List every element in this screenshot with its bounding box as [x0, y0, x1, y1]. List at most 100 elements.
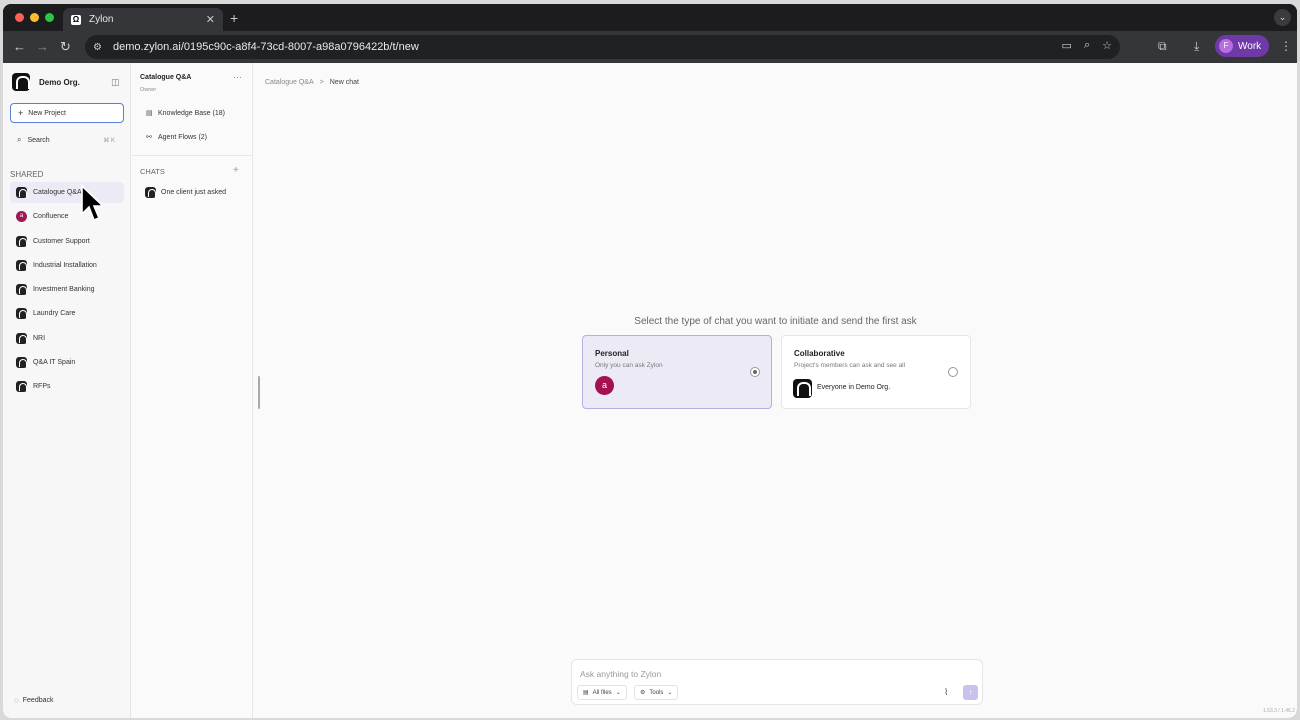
personal-radio[interactable] — [750, 367, 760, 377]
tab-close-icon[interactable]: ✕ — [206, 13, 215, 26]
download-icon[interactable]: ⤓ — [1194, 39, 1199, 54]
sidebar-item-laundry-care[interactable]: Laundry Care — [10, 303, 124, 324]
tools-icon: ⚙ — [640, 690, 646, 696]
chevron-down-icon: ⌄ — [615, 690, 621, 696]
sidebar-toggle-icon[interactable]: ◫ — [111, 77, 120, 88]
collab-card-title: Collaborative — [794, 349, 845, 358]
sidebar-item-label: Investment Banking — [33, 286, 95, 294]
more-options-icon[interactable]: ··· — [233, 72, 242, 82]
sidebar-item-confluence[interactable]: a Confluence — [10, 206, 124, 227]
knowledge-base-label: Knowledge Base (18) — [158, 109, 225, 117]
chat-type-prompt: Select the type of chat you want to init… — [634, 316, 917, 327]
database-icon: ▤ — [146, 110, 153, 117]
project-logo-icon — [16, 332, 27, 344]
org-logo-icon — [793, 379, 812, 398]
project-logo-icon — [16, 357, 27, 369]
sidebar-item-investment-banking[interactable]: Investment Banking — [10, 279, 124, 300]
new-project-button[interactable]: + New Project — [10, 103, 124, 123]
sidebar-item-label: Confluence — [33, 213, 69, 221]
close-window-button[interactable] — [15, 13, 24, 22]
site-settings-icon[interactable]: ⚙ — [93, 42, 107, 53]
team-label: Everyone in Demo Org. — [817, 384, 891, 391]
chat-composer: ▤ All files ⌄ ⚙ Tools ⌄ ⌇ ↑ — [571, 659, 983, 705]
sidebar-item-rfps[interactable]: RFPs — [10, 376, 124, 397]
breadcrumb: Catalogue Q&A > New chat — [265, 79, 359, 86]
tools-label: Tools — [649, 689, 664, 696]
personal-card-title: Personal — [595, 349, 629, 358]
project-logo-icon — [16, 259, 27, 271]
forward-arrow-icon[interactable]: → — [36, 39, 49, 55]
sidebar-item-customer-support[interactable]: Customer Support — [10, 231, 124, 252]
agent-flows-link[interactable]: ⚯ Agent Flows (2) — [146, 133, 207, 142]
browser-tab[interactable]: Ω Zylon ✕ — [63, 8, 223, 31]
maximize-window-button[interactable] — [45, 13, 54, 22]
chat-item-label: One client just asked — [161, 189, 226, 196]
app-viewport: Demo Org. ◫ + New Project ⌕ Search ⌘ K S… — [3, 63, 1297, 718]
attach-paperclip-icon[interactable]: ⌇ — [944, 687, 948, 698]
zylon-favicon-icon: Ω — [71, 14, 81, 25]
personal-chat-card[interactable]: Personal Only you can ask Zylon a — [582, 335, 772, 409]
browser-menu-icon[interactable]: ⋮ — [1280, 39, 1292, 53]
tab-title: Zylon — [89, 14, 114, 25]
project-logo-icon — [16, 235, 27, 247]
search-button[interactable]: ⌕ Search ⌘ K — [10, 130, 124, 150]
feedback-icon: ◌ — [14, 696, 19, 705]
address-bar[interactable]: ⚙ demo.zylon.ai/0195c90c-a8f4-73cd-8007-… — [85, 35, 1120, 59]
chats-section-label: CHATS — [140, 167, 165, 176]
browser-window: Ω Zylon ✕ + ⌄ ← → ↻ ⚙ demo.zylon.ai/0195… — [3, 4, 1297, 718]
breadcrumb-current: New chat — [329, 79, 359, 86]
chat-input[interactable] — [580, 667, 975, 681]
bookmark-star-icon[interactable]: ☆ — [1102, 39, 1112, 52]
tab-search-chevron-icon[interactable]: ⌄ — [1274, 9, 1291, 26]
feedback-label: Feedback — [22, 697, 54, 704]
new-chat-plus-icon[interactable]: + — [233, 165, 239, 176]
new-project-label: New Project — [28, 109, 66, 117]
divider — [132, 155, 253, 156]
back-arrow-icon[interactable]: ← — [13, 39, 26, 55]
chat-logo-icon — [145, 187, 156, 198]
collaborative-chat-card[interactable]: Collaborative Project's members can ask … — [781, 335, 971, 409]
tab-strip: Ω Zylon ✕ + ⌄ — [3, 4, 1297, 31]
project-panel: Catalogue Q&A Owner ··· ▤ Knowledge Base… — [132, 63, 253, 718]
sidebar-item-industrial-installation[interactable]: Industrial Installation — [10, 255, 124, 276]
breadcrumb-parent[interactable]: Catalogue Q&A — [265, 79, 314, 86]
knowledge-base-link[interactable]: ▤ Knowledge Base (18) — [146, 109, 225, 118]
minimize-window-button[interactable] — [30, 13, 39, 22]
profile-button[interactable]: F Work — [1215, 35, 1270, 57]
sidebar-item-label: Catalogue Q&A — [33, 189, 82, 196]
url-text[interactable]: demo.zylon.ai/0195c90c-a8f4-73cd-8007-a9… — [113, 41, 419, 53]
reload-icon[interactable]: ↻ — [60, 39, 71, 55]
breadcrumb-separator: > — [319, 79, 324, 86]
project-title: Catalogue Q&A — [140, 74, 192, 81]
sidebar-item-nri[interactable]: NRI — [10, 328, 124, 349]
zoom-icon[interactable]: ⌕ — [1084, 39, 1090, 52]
sidebar-item-label: NRI — [33, 334, 46, 342]
all-files-label: All files — [592, 689, 612, 696]
user-avatar: a — [595, 376, 614, 395]
version-label: 1.63.3 / 1.46.2 — [1263, 708, 1295, 714]
org-switcher[interactable]: Demo Org. — [12, 73, 80, 91]
collaborative-radio[interactable] — [948, 367, 958, 377]
mouse-pointer-icon — [81, 184, 104, 222]
cast-icon[interactable]: ▭ — [1062, 39, 1072, 52]
search-icon: ⌕ — [17, 135, 22, 144]
sidebar-item-label: Industrial Installation — [33, 261, 97, 269]
sidebar-item-label: Q&A IT Spain — [33, 359, 76, 367]
project-logo-icon — [16, 381, 27, 393]
profile-avatar: F — [1219, 39, 1233, 53]
chat-list-item[interactable]: One client just asked — [145, 187, 226, 198]
feedback-button[interactable]: ◌ Feedback — [14, 696, 54, 705]
all-files-dropdown[interactable]: ▤ All files ⌄ — [577, 685, 627, 700]
sidebar-item-qa-it-spain[interactable]: Q&A IT Spain — [10, 352, 124, 373]
personal-card-subtitle: Only you can ask Zylon — [595, 362, 663, 369]
send-button[interactable]: ↑ — [963, 685, 978, 700]
sidebar-item-catalogue-qa[interactable]: Catalogue Q&A — [10, 182, 124, 203]
extensions-icon[interactable]: ⧉ — [1158, 39, 1167, 54]
confluence-avatar-icon: a — [16, 211, 27, 223]
browser-toolbar: ← → ↻ ⚙ demo.zylon.ai/0195c90c-a8f4-73cd… — [3, 31, 1297, 63]
main-content: Catalogue Q&A > New chat Select the type… — [254, 63, 1297, 718]
tools-dropdown[interactable]: ⚙ Tools ⌄ — [634, 685, 679, 700]
chevron-down-icon: ⌄ — [667, 690, 673, 696]
new-tab-button[interactable]: + — [230, 10, 238, 26]
sidebar-item-label: Laundry Care — [33, 310, 76, 318]
